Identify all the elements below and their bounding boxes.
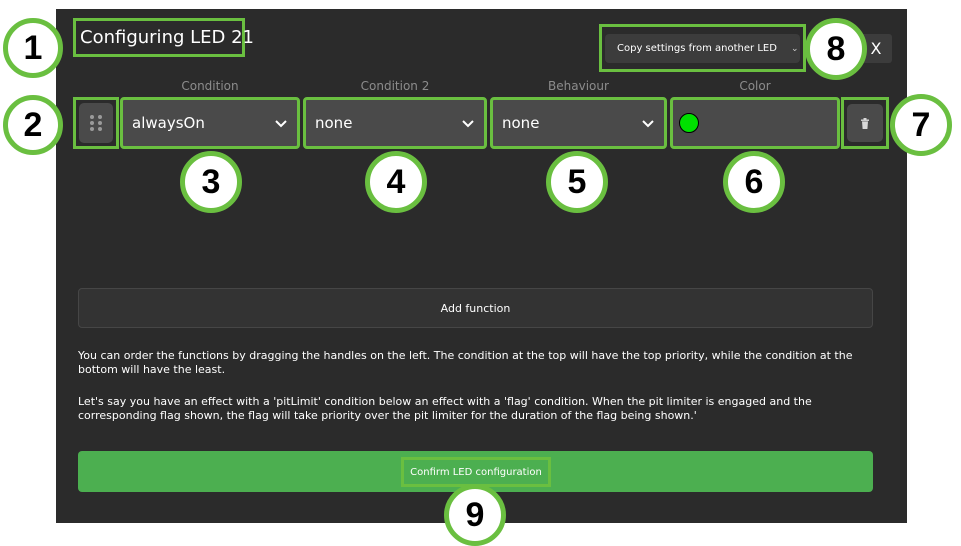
help-paragraph-1: You can order the functions by dragging … (78, 349, 853, 376)
callout-badge: 3 (180, 151, 242, 213)
help-paragraph-2: Let's say you have an effect with a 'pit… (78, 395, 812, 422)
callout-badge: 2 (3, 95, 63, 155)
callout-badge: 6 (723, 151, 785, 213)
chevron-down-icon: ⌄ (790, 43, 799, 54)
column-header-condition2: Condition 2 (360, 79, 430, 93)
page-title: Configuring LED 21 (73, 18, 254, 57)
chevron-down-icon (275, 120, 287, 128)
behaviour-value: none (502, 114, 540, 132)
condition2-select[interactable]: none (303, 97, 487, 149)
callout-badge: 1 (3, 18, 63, 78)
copy-settings-dropdown[interactable]: Copy settings from another LED ⌄ (605, 34, 800, 63)
callout-badge: 7 (890, 94, 952, 156)
condition2-value: none (315, 114, 353, 132)
column-header-color: Color (739, 79, 771, 93)
chevron-down-icon (642, 120, 654, 128)
trash-icon (861, 117, 869, 129)
callout-badge: 9 (444, 484, 506, 546)
column-header-condition: Condition (181, 79, 239, 93)
color-picker[interactable] (670, 97, 840, 149)
add-function-button[interactable]: Add function (78, 288, 873, 328)
chevron-down-icon (462, 120, 474, 128)
callout-badge: 4 (365, 151, 427, 213)
condition-select[interactable]: alwaysOn (120, 97, 300, 149)
copy-settings-label: Copy settings from another LED (617, 43, 777, 54)
condition-value: alwaysOn (132, 114, 205, 132)
callout-badge: 5 (546, 151, 608, 213)
confirm-button-label: Confirm LED configuration (401, 457, 551, 487)
behaviour-select[interactable]: none (490, 97, 667, 149)
drag-handle[interactable] (79, 103, 113, 143)
delete-function-button[interactable] (847, 104, 883, 142)
color-swatch (679, 113, 699, 133)
drag-handle-icon (90, 115, 102, 131)
callout-badge: 8 (805, 18, 867, 80)
column-header-behaviour: Behaviour (548, 79, 609, 93)
